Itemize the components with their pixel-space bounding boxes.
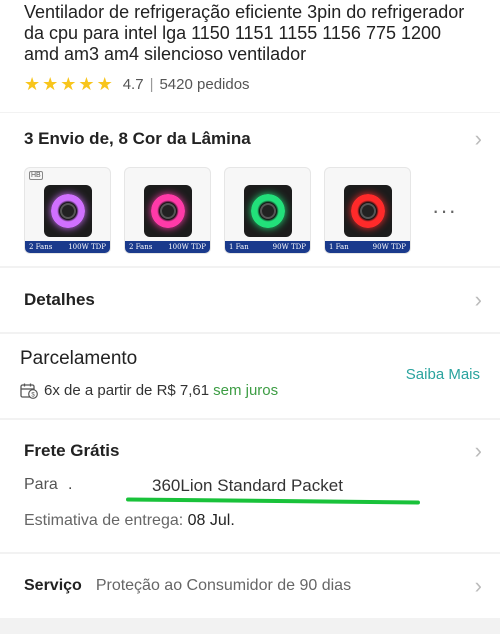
- delivery-estimate: Estimativa de entrega: 08 Jul.: [24, 512, 482, 530]
- highlight-underline: [125, 497, 421, 505]
- variant-fans: 1 Fan: [229, 243, 249, 251]
- cpu-cooler-image: [243, 184, 292, 237]
- details-label: Detalhes: [24, 290, 95, 309]
- estimate-label: Estimativa de entrega:: [24, 512, 184, 529]
- variants-label: 3 Envio de, 8 Cor da Lâmina: [24, 129, 251, 148]
- variant-tdp: 90W TDP: [372, 243, 406, 251]
- shipping-method: 360Lion Standard Packet: [152, 476, 343, 495]
- product-title-section: Ventilador de refrigeração eficiente 3pi…: [0, 0, 500, 112]
- variant-fans: 2 Fans: [29, 243, 53, 251]
- cpu-cooler-image: [143, 184, 192, 237]
- estimate-date: 08 Jul.: [187, 512, 235, 529]
- brand-logo: HB: [29, 171, 43, 180]
- variant-thumbnail[interactable]: 2 Fans 100W TDP HB: [24, 167, 111, 254]
- product-page: Ventilador de refrigeração eficiente 3pi…: [0, 0, 500, 634]
- variant-thumbnail[interactable]: 2 Fans 100W TDP: [124, 167, 211, 254]
- variant-fans: 1 Fan: [329, 243, 349, 251]
- more-variants-icon[interactable]: ···: [432, 198, 457, 224]
- variant-tag: 1 Fan 90W TDP: [325, 241, 410, 253]
- variant-tag: 1 Fan 90W TDP: [225, 241, 310, 253]
- chevron-right-icon[interactable]: ›: [475, 289, 482, 311]
- cpu-cooler-image: [43, 184, 92, 237]
- product-title: Ventilador de refrigeração eficiente 3pi…: [24, 2, 465, 64]
- service-row[interactable]: Serviço Proteção ao Consumidor de 90 dia…: [0, 554, 500, 618]
- service-desc: Proteção ao Consumidor de 90 dias: [95, 577, 352, 594]
- star-icon: ★: [78, 74, 95, 94]
- divider: |: [149, 75, 154, 93]
- chevron-right-icon[interactable]: ›: [475, 440, 482, 462]
- chevron-right-icon[interactable]: ›: [475, 128, 482, 150]
- fan-ring: [50, 193, 85, 228]
- shipping-label: Frete Grátis: [24, 441, 120, 460]
- rating-value: 4.7: [122, 75, 144, 93]
- variant-tag: 2 Fans 100W TDP: [125, 241, 210, 253]
- variant-thumbnail[interactable]: 1 Fan 90W TDP: [224, 167, 311, 254]
- star-rating: ★ ★ ★ ★ ★: [24, 75, 113, 93]
- fan-hub: [59, 202, 76, 219]
- to-value: .: [68, 476, 73, 493]
- star-icon: ★: [24, 74, 41, 94]
- installments-text: 6x de a partir de R$ 7,61: [44, 382, 210, 399]
- shipping-destination: Para . 360Lion Standard Packet: [24, 476, 482, 505]
- details-row[interactable]: Detalhes ›: [0, 268, 500, 332]
- calendar-money-icon: $: [20, 383, 38, 399]
- rating-row[interactable]: ★ ★ ★ ★ ★ 4.7 | 5420 pedidos: [24, 75, 480, 93]
- service-label: Serviço: [24, 577, 82, 594]
- variants-header[interactable]: 3 Envio de, 8 Cor da Lâmina ›: [24, 113, 482, 165]
- star-icon: ★: [42, 74, 59, 94]
- variant-tdp: 100W TDP: [168, 243, 206, 251]
- variant-thumbnails: 2 Fans 100W TDP HB 2 Fans 100W TDP 1 Fan 90W T…: [24, 167, 482, 254]
- variant-tag: 2 Fans 100W TDP: [25, 241, 110, 253]
- star-icon: ★: [96, 74, 113, 94]
- variant-fans: 2 Fans: [129, 243, 153, 251]
- variant-tdp: 100W TDP: [68, 243, 106, 251]
- variants-section[interactable]: 3 Envio de, 8 Cor da Lâmina › 2 Fans 100W…: [0, 113, 500, 266]
- installments-line: $ 6x de a partir de R$ 7,61 sem juros: [20, 382, 480, 399]
- star-icon: ★: [60, 74, 77, 94]
- chevron-right-icon[interactable]: ›: [475, 575, 482, 597]
- installments-section: Parcelamento Saiba Mais $ 6x de a partir…: [0, 334, 500, 418]
- fan-hub: [159, 202, 176, 219]
- fan-ring: [350, 193, 385, 228]
- variant-tdp: 90W TDP: [272, 243, 306, 251]
- orders-count: 5420 pedidos: [159, 75, 250, 93]
- cpu-cooler-image: [343, 184, 392, 237]
- interest-free-badge: sem juros: [213, 382, 279, 399]
- fan-ring: [150, 193, 185, 228]
- learn-more-link[interactable]: Saiba Mais: [406, 366, 480, 383]
- to-label: Para: [24, 476, 58, 493]
- fan-ring: [250, 193, 285, 228]
- shipping-header[interactable]: Frete Grátis ›: [24, 440, 482, 462]
- fan-hub: [359, 202, 376, 219]
- variant-thumbnail[interactable]: 1 Fan 90W TDP: [324, 167, 411, 254]
- fan-hub: [259, 202, 276, 219]
- shipping-section[interactable]: Frete Grátis › Para . 360Lion Standard P…: [0, 420, 500, 552]
